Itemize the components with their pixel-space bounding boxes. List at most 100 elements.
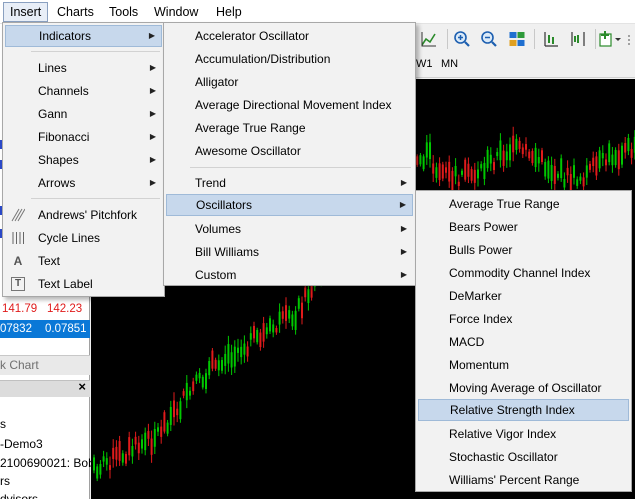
menu-item-bulls-power[interactable]: Bulls Power [418, 239, 629, 261]
navigator-item[interactable]: s [0, 415, 6, 433]
candle-body [179, 401, 182, 420]
menu-item-cycle-lines[interactable]: Cycle Lines [5, 227, 162, 249]
menu-item-momentum[interactable]: Momentum [418, 354, 629, 376]
candle-body [208, 360, 211, 376]
quote-row[interactable]: 141.79 142.23 [0, 300, 90, 318]
chart-shift-icon[interactable] [567, 28, 589, 50]
menu-item-williams-percent-range[interactable]: Williams' Percent Range [418, 469, 629, 491]
candle-body [99, 464, 102, 475]
menu-item-gann[interactable]: Gann ▶ [5, 103, 162, 125]
candle-body [505, 151, 508, 161]
candle-body [470, 169, 473, 181]
quote-row-selected[interactable]: 07832 0.07851 [0, 320, 90, 338]
menu-item-fibonacci[interactable]: Fibonacci ▶ [5, 126, 162, 148]
navigator-item[interactable]: dvisors [0, 490, 38, 499]
menu-item-osc-average-true-range[interactable]: Average True Range [418, 193, 629, 215]
candle-body [285, 305, 287, 321]
candle-body [525, 144, 527, 150]
line-chart-icon[interactable] [418, 28, 440, 50]
candle-body [163, 412, 166, 432]
candle-body [105, 458, 108, 465]
menu-item-volumes[interactable]: Volumes ▶ [166, 218, 413, 240]
candle-body [253, 325, 255, 339]
candle-body [496, 152, 499, 157]
menu-item-oscillators[interactable]: Oscillators ▶ [166, 194, 413, 216]
navigator-item[interactable]: rs [0, 472, 10, 490]
menu-insert[interactable]: Insert [3, 2, 49, 22]
menu-item-channels[interactable]: Channels ▶ [5, 80, 162, 102]
menu-charts[interactable]: Charts [51, 2, 100, 22]
menu-item-shapes[interactable]: Shapes ▶ [5, 149, 162, 171]
zoom-in-icon[interactable] [451, 28, 473, 50]
candle-body [425, 142, 428, 158]
menu-item-demarker[interactable]: DeMarker [418, 285, 629, 307]
menu-item-lines[interactable]: Lines ▶ [5, 57, 162, 79]
timeframe-mn[interactable]: MN [441, 58, 458, 70]
auto-scroll-icon[interactable] [540, 28, 562, 50]
candle-body [147, 431, 150, 439]
menu-item-relative-vigor-index[interactable]: Relative Vigor Index [418, 423, 629, 445]
candle-body [121, 453, 124, 463]
menu-item-bill-williams[interactable]: Bill Williams ▶ [166, 241, 413, 263]
menu-item-average-true-range[interactable]: Average True Range [166, 117, 413, 139]
candle-body [185, 382, 188, 401]
menu-item-trend[interactable]: Trend ▶ [166, 172, 413, 194]
candle-body [547, 160, 550, 179]
candle-body [118, 441, 121, 461]
add-indicator-icon[interactable] [599, 28, 621, 50]
close-icon[interactable]: × [78, 379, 86, 394]
candle-body [451, 170, 454, 191]
candle-body [563, 179, 566, 188]
menu-item-custom[interactable]: Custom ▶ [166, 264, 413, 286]
candle-body [419, 155, 422, 165]
menu-item-accelerator-oscillator[interactable]: Accelerator Oscillator [166, 25, 413, 47]
menu-item-average-directional-movement-index[interactable]: Average Directional Movement Index [166, 94, 413, 116]
menu-window[interactable]: Window [148, 2, 204, 22]
candle-body [310, 284, 313, 298]
candle-body [131, 446, 134, 457]
candle-body [528, 151, 531, 159]
candle-body [537, 157, 540, 164]
menu-item-bears-power[interactable]: Bears Power [418, 216, 629, 238]
timeframe-w1[interactable]: W1 [416, 58, 433, 70]
menu-item-andrews-pitchfork[interactable]: Andrews' Pitchfork [5, 204, 162, 226]
tick-chart-tab[interactable]: k Chart [0, 355, 90, 375]
candle-body [301, 302, 303, 319]
menu-item-arrows[interactable]: Arrows ▶ [5, 172, 162, 194]
menu-item-awesome-oscillator[interactable]: Awesome Oscillator [166, 140, 413, 162]
menu-tools[interactable]: Tools [103, 2, 144, 22]
candle-body [477, 169, 479, 179]
navigator-item[interactable]: 2100690021: Bob [0, 454, 95, 472]
candle-body [608, 143, 611, 163]
candle-body [569, 173, 572, 192]
menu-item-macd[interactable]: MACD [418, 331, 629, 353]
navigator-item[interactable]: -Demo3 [0, 435, 43, 453]
menu-item-moving-average-of-oscillator[interactable]: Moving Average of Oscillator [418, 377, 629, 399]
menu-item-accumulation-distribution[interactable]: Accumulation/Distribution [166, 48, 413, 70]
candle-body [576, 179, 579, 186]
candle-body [201, 376, 204, 388]
submenu-arrow-icon: ▶ [149, 63, 156, 72]
candle-body [416, 156, 419, 165]
menu-item-stochastic-oscillator[interactable]: Stochastic Oscillator [418, 446, 629, 468]
candle-body [269, 318, 271, 332]
candle-body [141, 439, 143, 449]
indicators-menu: Accelerator Oscillator Accumulation/Dist… [163, 22, 416, 286]
menu-item-force-index[interactable]: Force Index [418, 308, 629, 330]
menu-item-relative-strength-index[interactable]: Relative Strength Index [418, 399, 629, 421]
menu-item-text[interactable]: A Text [5, 250, 162, 272]
candle-body [182, 391, 185, 396]
tile-windows-icon[interactable] [506, 28, 528, 50]
menu-item-alligator[interactable]: Alligator [166, 71, 413, 93]
candle-body [297, 298, 300, 309]
candle-body [96, 466, 99, 479]
candle-body [445, 167, 447, 173]
menu-help[interactable]: Help [210, 2, 248, 22]
menu-item-indicators[interactable]: Indicators ▶ [5, 25, 162, 47]
zoom-out-icon[interactable] [478, 28, 500, 50]
menu-item-text-label[interactable]: T Text Label [5, 273, 162, 295]
candle-body [224, 353, 227, 366]
menu-item-commodity-channel-index[interactable]: Commodity Channel Index [418, 262, 629, 284]
candle-body [102, 456, 105, 462]
toolbar [400, 24, 635, 54]
